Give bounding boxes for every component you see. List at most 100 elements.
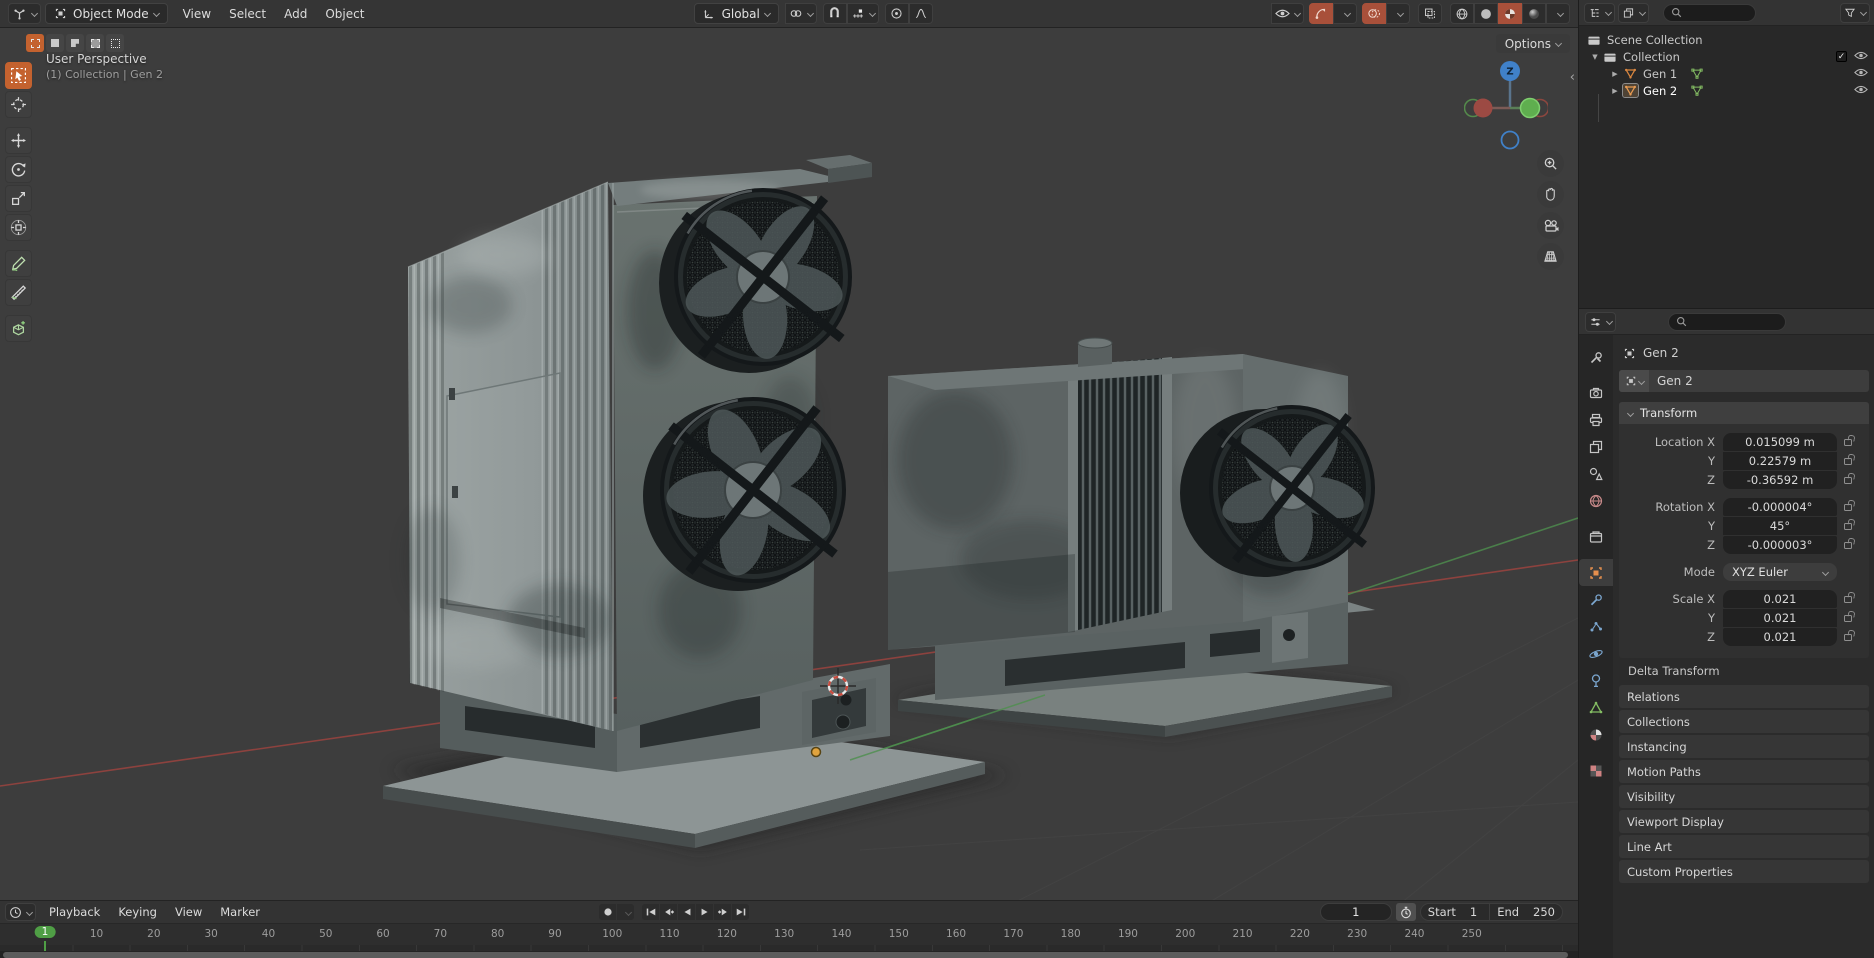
outliner-row-gen2[interactable]: ▶ Gen 2: [1579, 82, 1874, 99]
collapsed-panel-header[interactable]: Custom Properties: [1619, 860, 1869, 883]
tab-scene[interactable]: [1579, 460, 1613, 487]
collapsed-panel-header[interactable]: Line Art: [1619, 835, 1869, 858]
object-name-field[interactable]: Gen 2: [1619, 370, 1869, 392]
select-mode-subtract[interactable]: [66, 34, 84, 52]
gizmo-axis-x-neg[interactable]: [1473, 98, 1493, 118]
start-value[interactable]: 1: [1463, 905, 1489, 919]
collection-checkbox[interactable]: ✓: [1836, 51, 1847, 62]
tool-scale[interactable]: [5, 185, 32, 212]
location-z-field[interactable]: -0.36592 m: [1723, 471, 1837, 489]
location-x-field[interactable]: 0.015099 m: [1723, 433, 1837, 451]
viewport-3d[interactable]: Options ‹ User Perspective (1) Collectio…: [0, 28, 1578, 900]
shading-rendered-button[interactable]: [1522, 3, 1546, 24]
eye-icon[interactable]: [1854, 67, 1868, 81]
tool-transform[interactable]: [5, 214, 32, 241]
tab-texture[interactable]: [1579, 757, 1613, 784]
play-reverse-button[interactable]: [678, 904, 696, 920]
outliner-filter-button[interactable]: [1840, 2, 1870, 23]
sidebar-collapse-arrow[interactable]: ‹: [1570, 70, 1575, 85]
gizmo-axis-y-pos[interactable]: [1519, 97, 1541, 119]
scale-x-field[interactable]: 0.021: [1723, 590, 1837, 608]
outliner-row-gen1[interactable]: ▶ Gen 1: [1579, 65, 1874, 82]
show-overlays-toggle[interactable]: [1362, 3, 1386, 24]
tab-render[interactable]: [1579, 379, 1613, 406]
tool-add-cube[interactable]: [5, 315, 32, 342]
mode-dropdown[interactable]: Object Mode: [45, 3, 168, 24]
rotation-z-field[interactable]: -0.000003°: [1723, 536, 1837, 554]
lock-icon[interactable]: [1844, 477, 1852, 484]
scale-y-field[interactable]: 0.021: [1723, 609, 1837, 627]
xray-toggle[interactable]: [1418, 3, 1442, 24]
location-y-field[interactable]: 0.22579 m: [1723, 452, 1837, 470]
navigation-gizmo[interactable]: Z: [1463, 60, 1550, 155]
collapsed-panel-header[interactable]: Visibility: [1619, 785, 1869, 808]
collapsed-panel-header[interactable]: Relations: [1619, 685, 1869, 708]
rotation-y-field[interactable]: 45°: [1723, 517, 1837, 535]
snap-toggle[interactable]: [822, 3, 847, 24]
collapsed-panel-header[interactable]: Motion Paths: [1619, 760, 1869, 783]
tab-constraints[interactable]: [1579, 667, 1613, 694]
tab-output[interactable]: [1579, 406, 1613, 433]
end-value[interactable]: 250: [1526, 905, 1562, 919]
properties-search[interactable]: [1668, 312, 1786, 331]
outliner-editor-type-button[interactable]: [1584, 2, 1615, 23]
editor-type-button[interactable]: [8, 3, 41, 24]
select-mode-extend[interactable]: [46, 34, 64, 52]
timeline-editor-type-button[interactable]: [5, 903, 36, 921]
disclosure-right-icon[interactable]: ▶: [1609, 87, 1621, 95]
tab-collection[interactable]: [1579, 523, 1613, 550]
transform-panel-header[interactable]: Transform: [1619, 402, 1869, 424]
tool-measure[interactable]: [5, 279, 32, 306]
selectability-visibility-dropdown[interactable]: [1271, 3, 1304, 24]
jump-to-end-button[interactable]: [732, 904, 750, 920]
tab-view-layer[interactable]: [1579, 433, 1613, 460]
select-mode-invert[interactable]: [86, 34, 104, 52]
properties-editor-type-button[interactable]: [1585, 311, 1616, 332]
shading-dropdown[interactable]: [1546, 3, 1570, 24]
rotation-x-field[interactable]: -0.000004°: [1723, 498, 1837, 516]
shading-material-button[interactable]: [1498, 3, 1522, 24]
select-mode-set[interactable]: [26, 34, 44, 52]
viewport-scene[interactable]: [0, 28, 1578, 900]
tab-object[interactable]: [1579, 559, 1613, 586]
outliner-row-collection[interactable]: ▼ Collection ✓: [1579, 48, 1874, 65]
disclosure-right-icon[interactable]: ▶: [1609, 70, 1621, 78]
timeline-ruler[interactable]: 1 10 20 30 40 50 60 70 80 90 100 110 120 130 140 150 160…: [0, 923, 1578, 945]
proportional-falloff-dropdown[interactable]: [908, 3, 933, 24]
autokey-dropdown[interactable]: [617, 904, 635, 920]
ortho-grid-button[interactable]: [1537, 243, 1564, 270]
overlays-dropdown[interactable]: [1386, 3, 1410, 24]
scale-z-field[interactable]: 0.021: [1723, 628, 1837, 646]
play-button[interactable]: [696, 904, 714, 920]
jump-to-start-button[interactable]: [642, 904, 660, 920]
menu-item[interactable]: Select: [220, 7, 275, 21]
object-id-dropdown[interactable]: [1619, 370, 1649, 392]
next-keyframe-button[interactable]: [714, 904, 732, 920]
pan-view-button[interactable]: [1537, 181, 1564, 208]
current-frame-field[interactable]: 1: [1319, 903, 1392, 921]
collapsed-panel-header[interactable]: Collections: [1619, 710, 1869, 733]
camera-view-button[interactable]: [1537, 212, 1564, 239]
prev-keyframe-button[interactable]: [660, 904, 678, 920]
tab-modifiers[interactable]: [1579, 586, 1613, 613]
select-mode-intersect[interactable]: [106, 34, 124, 52]
outliner-display-mode-button[interactable]: [1618, 2, 1649, 23]
outliner-row-scene-collection[interactable]: Scene Collection: [1579, 31, 1874, 48]
record-button[interactable]: [599, 904, 617, 920]
lock-icon[interactable]: [1844, 458, 1852, 465]
snap-target-dropdown[interactable]: [846, 3, 879, 24]
tab-physics[interactable]: [1579, 640, 1613, 667]
tab-particles[interactable]: [1579, 613, 1613, 640]
timeline-menu-item[interactable]: View: [166, 905, 211, 919]
disclosure-down-icon[interactable]: ▼: [1589, 53, 1601, 61]
tool-annotate[interactable]: [5, 250, 32, 277]
zoom-view-button[interactable]: [1537, 150, 1564, 177]
lock-icon[interactable]: [1844, 596, 1852, 603]
eye-icon[interactable]: [1854, 84, 1868, 98]
timeline-menu-item[interactable]: Marker: [211, 905, 269, 919]
tool-select-box[interactable]: [5, 62, 32, 89]
lock-icon[interactable]: [1844, 615, 1852, 622]
lock-icon[interactable]: [1844, 439, 1852, 446]
timeline-menu-item[interactable]: Keying: [109, 905, 166, 919]
options-dropdown[interactable]: Options: [1495, 34, 1570, 53]
